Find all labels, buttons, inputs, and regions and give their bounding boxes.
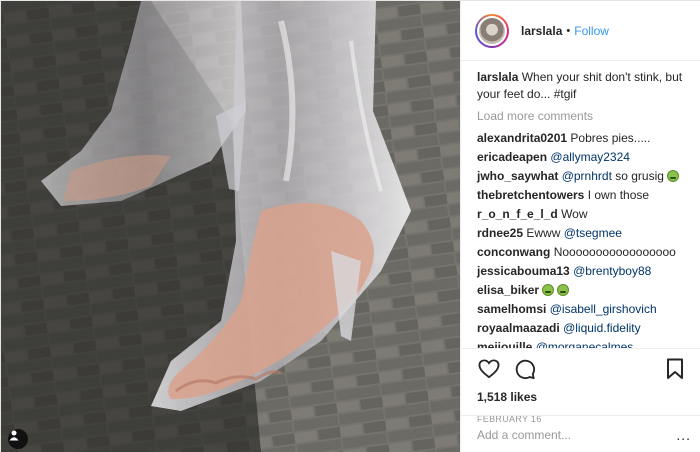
instagram-post: larslala • Follow larslala When your shi… [0,0,700,452]
comment-username[interactable]: elisa_biker [477,283,539,297]
comment-username[interactable]: jwho_saywhat [477,169,558,183]
like-button[interactable] [477,357,501,381]
comment-row: conconwang Nooooooooooooooooo [477,243,687,262]
header-separator: • [566,24,571,37]
comment-username[interactable]: samelhomsi [477,302,546,316]
comment-row: jwho_saywhat @prnhrdt so grusig [477,167,687,186]
comment-row: ericadeapen @allymay2324 [477,148,687,167]
comment-row: rdnee25 Ewww @tsegmee [477,224,687,243]
comment-username[interactable]: thebretchentowers [477,188,584,202]
comment-row: elisa_biker [477,281,687,300]
person-icon [9,430,19,441]
heart-icon [478,359,500,379]
comment-bubble-icon [515,359,536,380]
add-comment-bar: ... [461,415,700,452]
user-tag-icon[interactable] [8,429,28,449]
comment-username[interactable]: rdnee25 [477,226,523,240]
header-username[interactable]: larslala [521,24,562,38]
comment-username[interactable]: r_o_n_f_e_l_d [477,207,558,221]
photo-transparent-boots [1,1,460,452]
comment-username[interactable]: royaalmaazadi [477,321,560,335]
comment-text: Ewww [526,226,564,240]
save-button[interactable] [663,357,687,381]
post-caption: larslala When your shit don't stink, but… [477,69,687,103]
comment-username[interactable]: meijouille [477,340,532,348]
nauseated-face-emoji-icon [542,284,555,296]
load-more-comments-button[interactable]: Load more comments [477,109,687,123]
comment-row: samelhomsi @isabell_girshovich [477,300,687,319]
post-photo[interactable] [1,1,460,452]
comment-text: I own those [587,188,650,202]
comment-text: Nooooooooooooooooo [553,245,676,259]
comment-row: royaalmaazadi @liquid.fidelity [477,319,687,338]
comment-username[interactable]: jessicabouma13 [477,264,570,278]
comment-input[interactable] [477,427,677,442]
comment-row: jessicabouma13 @brentyboy88 [477,262,687,281]
comment-username[interactable]: conconwang [477,245,550,259]
comment-username[interactable]: alexandrita0201 [477,131,567,145]
comment-text: Pobres pies..... [570,131,651,145]
bookmark-icon [667,358,683,379]
nauseated-face-emoji-icon [666,170,679,182]
post-side-panel: larslala • Follow larslala When your shi… [460,1,700,452]
comment-text: so grusig [611,169,664,183]
comment-button[interactable] [513,357,537,381]
comment-mention-link[interactable]: @morganecalmes___ [536,340,654,348]
comment-mention-link[interactable]: @allymay2324 [550,150,630,164]
comment-mention-link[interactable]: @tsegmee [564,226,622,240]
caption-username[interactable]: larslala [477,70,518,84]
nauseated-face-emoji-icon [557,284,570,296]
action-icons-row [477,357,687,381]
post-actions: 1,518 likes FEBRUARY 16 [461,348,700,424]
comment-row: meijouille @morganecalmes___ [477,338,687,348]
avatar [477,15,507,46]
avatar-story-ring[interactable] [475,13,509,48]
follow-button[interactable]: Follow [574,24,609,38]
more-options-icon[interactable]: ... [676,427,691,443]
post-header: larslala • Follow [461,1,700,61]
comment-username[interactable]: ericadeapen [477,150,547,164]
comment-row: r_o_n_f_e_l_d Wow [477,205,687,224]
comment-mention-link[interactable]: @liquid.fidelity [563,321,641,335]
like-count[interactable]: 1,518 likes [477,390,687,404]
comment-mention-link[interactable]: @isabell_girshovich [550,302,657,316]
comment-text: Wow [561,207,588,221]
comment-row: alexandrita0201 Pobres pies..... [477,129,687,148]
comment-row: thebretchentowers I own those [477,186,687,205]
comment-mention-link[interactable]: @prnhrdt [562,169,612,183]
comments-list[interactable]: larslala When your shit don't stink, but… [461,63,700,348]
comment-mention-link[interactable]: @brentyboy88 [573,264,651,278]
